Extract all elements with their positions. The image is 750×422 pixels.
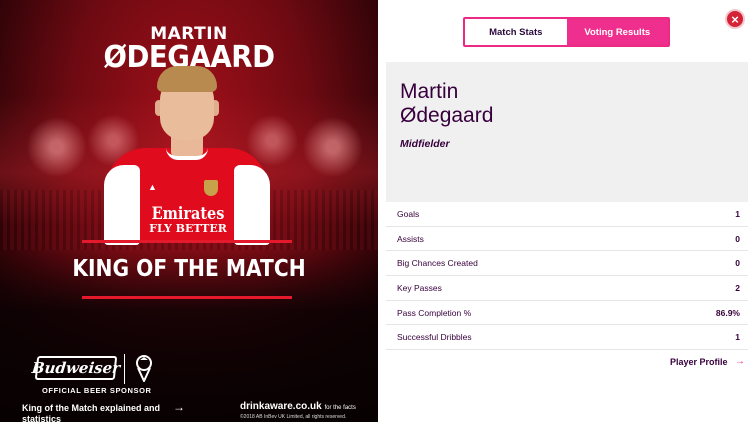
stat-row-goals: Goals 1 xyxy=(386,202,748,227)
stat-value: 0 xyxy=(735,258,740,269)
tab-match-stats[interactable]: Match Stats xyxy=(465,19,567,45)
drinkaware-suffix: for the facts xyxy=(324,405,356,411)
stat-label: Successful Dribbles xyxy=(397,332,472,343)
premier-league-lion-icon xyxy=(136,355,152,382)
stats-tab-bar: Match Stats Voting Results xyxy=(463,17,670,47)
stat-label: Big Chances Created xyxy=(397,258,478,269)
title-rule-bottom xyxy=(82,296,292,299)
stat-value: 1 xyxy=(735,208,740,219)
player-photo: ▲ Emirates FLY BETTER xyxy=(0,0,378,250)
stats-table: Goals 1 Assists 0 Big Chances Created 0 … xyxy=(386,202,748,351)
stat-value: 86.9% xyxy=(715,307,740,318)
copyright-notice: ©2018 AB InBev UK Limited, all rights re… xyxy=(240,414,347,420)
close-button[interactable]: × xyxy=(725,9,745,29)
stat-row-key-passes: Key Passes 2 xyxy=(386,276,748,301)
budweiser-logo: Budweiser xyxy=(31,356,121,380)
budweiser-logo-text: Budweiser xyxy=(30,359,122,377)
drinkaware-link[interactable]: drinkaware.co.uk for the facts xyxy=(240,401,356,412)
stat-label: Pass Completion % xyxy=(397,307,472,318)
shirt-sleeve-right xyxy=(234,165,270,245)
drinkaware-domain: drinkaware.co.uk xyxy=(240,401,322,412)
logo-divider xyxy=(124,354,125,384)
stats-panel: Match Stats Voting Results × Martin Ødeg… xyxy=(378,0,750,422)
official-beer-sponsor-label: OFFICIAL BEER SPONSOR xyxy=(42,386,152,395)
stat-row-pass-completion: Pass Completion % 86.9% xyxy=(386,301,748,326)
stat-label: Goals xyxy=(397,208,420,219)
shirt-sleeve-left xyxy=(104,165,140,245)
club-crest-icon xyxy=(204,180,218,196)
stat-row-successful-dribbles: Successful Dribbles 1 xyxy=(386,325,748,351)
stat-row-big-chances-created: Big Chances Created 0 xyxy=(386,251,748,277)
stat-label: Assists xyxy=(397,233,424,244)
stat-value: 1 xyxy=(735,332,740,343)
king-of-the-match-title: KING OF THE MATCH xyxy=(72,256,306,282)
shirt-sponsor-tagline: FLY BETTER xyxy=(149,222,227,235)
player-card-first-name: Martin xyxy=(400,80,459,103)
title-rule-top xyxy=(82,240,292,243)
stat-label: Key Passes xyxy=(397,282,442,293)
stat-value: 0 xyxy=(735,233,740,244)
king-of-match-promo: MARTIN ØDEGAARD ▲ Emirates FLY BETTER KI… xyxy=(0,0,378,422)
shirt-sponsor: Emirates xyxy=(151,204,225,224)
arrow-right-icon[interactable]: → xyxy=(735,356,745,367)
stat-value: 2 xyxy=(735,282,740,293)
kotm-explained-link[interactable]: King of the Match explained and statisti… xyxy=(22,403,172,422)
tab-voting-results[interactable]: Voting Results xyxy=(566,19,668,45)
stat-row-assists: Assists 0 xyxy=(386,227,748,252)
player-card-last-name: Ødegaard xyxy=(400,104,494,127)
shirt-collar xyxy=(166,148,208,160)
close-icon: × xyxy=(731,11,739,27)
player-card-position: Midfielder xyxy=(400,138,450,150)
adidas-logo-icon: ▲ xyxy=(148,182,157,192)
player-profile-link[interactable]: Player Profile xyxy=(670,357,728,367)
player-hair xyxy=(157,66,217,92)
arrow-right-icon[interactable]: → xyxy=(173,400,185,414)
